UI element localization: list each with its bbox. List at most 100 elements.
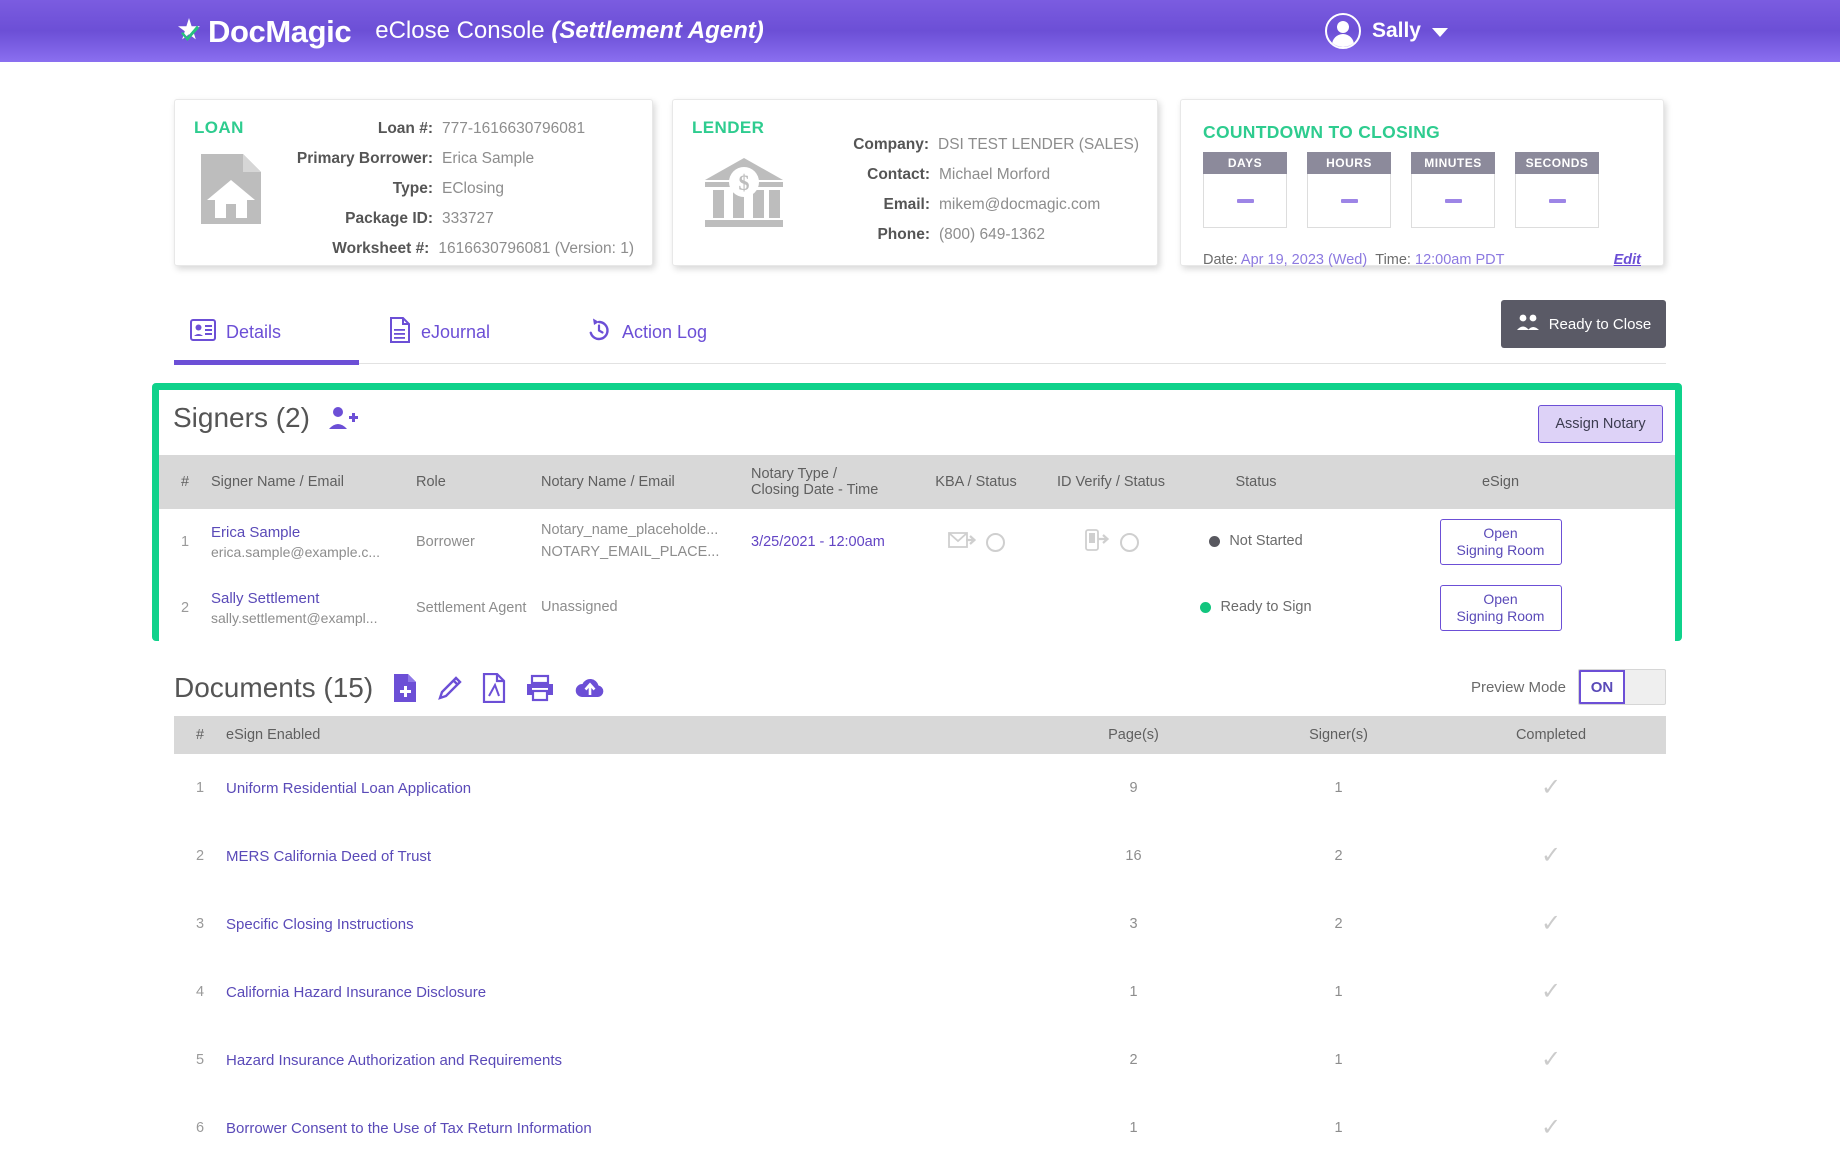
- user-name-label: Sally: [1371, 19, 1421, 42]
- documents-table-body: 1 Uniform Residential Loan Application 9…: [174, 754, 1666, 1162]
- lender-field-row: Phone: (800) 649-1362: [853, 220, 1139, 250]
- tab-action-log[interactable]: Action Log: [586, 308, 707, 356]
- row-number: 1: [174, 754, 226, 822]
- document-name-cell: Borrower Consent to the Use of Tax Retur…: [226, 1094, 1026, 1162]
- preview-mode-toggle[interactable]: ON: [1578, 669, 1666, 705]
- signers-table: # Signer Name / Email Role Notary Name /…: [159, 455, 1675, 641]
- col-esign: eSign: [1326, 455, 1675, 509]
- page-count: 2: [1026, 1026, 1241, 1094]
- signer-role: Borrower: [416, 509, 541, 575]
- signer-name-link[interactable]: Erica Sample: [211, 524, 416, 541]
- tab-label: Details: [226, 321, 282, 342]
- send-mobile-icon[interactable]: [1084, 529, 1110, 555]
- chevron-down-icon[interactable]: [1432, 28, 1448, 37]
- lender-field-row: Company: DSI TEST LENDER (SALES): [853, 130, 1139, 160]
- ready-to-close-button[interactable]: Ready to Close: [1501, 300, 1666, 348]
- document-link[interactable]: MERS California Deed of Trust: [226, 848, 431, 865]
- preview-mode-control: Preview Mode ON: [1471, 669, 1666, 705]
- console-title: eClose Console (Settlement Agent): [375, 19, 764, 43]
- col-notary-name-email: Notary Name / Email: [541, 455, 751, 509]
- add-user-icon[interactable]: [328, 405, 358, 431]
- document-name-cell: California Hazard Insurance Disclosure: [226, 958, 1026, 1026]
- document-link[interactable]: Specific Closing Instructions: [226, 916, 414, 933]
- open-signing-room-button[interactable]: Open Signing Room: [1439, 585, 1562, 631]
- field-label: Email:: [883, 196, 930, 213]
- col-notary-type-line1: Notary Type /: [751, 466, 837, 482]
- header-row: # Signer Name / Email Role Notary Name /…: [159, 455, 1675, 509]
- edit-closing-link[interactable]: Edit: [1614, 252, 1641, 268]
- check-icon: ✓: [1540, 842, 1562, 869]
- documents-panel: Documents (15) Preview Mode ON # eSign E: [174, 660, 1666, 1162]
- countdown-unit-value: [1411, 174, 1495, 228]
- kba-status-ring: [985, 532, 1005, 552]
- countdown-unit-seconds: SECONDS: [1515, 152, 1599, 228]
- document-link[interactable]: California Hazard Insurance Disclosure: [226, 984, 486, 1001]
- tab-details[interactable]: Details: [190, 308, 281, 356]
- brand-logo[interactable]: DocMagic: [174, 16, 352, 47]
- completed-cell: ✓: [1436, 890, 1666, 958]
- edit-pencil-icon[interactable]: [437, 674, 463, 702]
- countdown-unit-label: HOURS: [1307, 152, 1391, 174]
- kba-cell: [916, 509, 1036, 575]
- field-label: Contact:: [867, 166, 930, 183]
- table-row: 1 Uniform Residential Loan Application 9…: [174, 754, 1666, 822]
- closing-datetime: Date: Apr 19, 2023 (Wed) Time: 12:00am P…: [1203, 252, 1504, 268]
- page-count: 1: [1026, 1094, 1241, 1162]
- date-label: Date:: [1203, 252, 1238, 268]
- tab-ejournal[interactable]: eJournal: [389, 308, 490, 356]
- signer-email: sally.settlement@exampl...: [211, 609, 378, 626]
- id-card-icon: [190, 318, 216, 346]
- people-icon: [1516, 313, 1540, 335]
- print-icon[interactable]: [525, 674, 555, 702]
- app-header: DocMagic eClose Console (Settlement Agen…: [0, 0, 1840, 62]
- upload-cloud-icon[interactable]: [574, 675, 606, 701]
- house-document-icon: [197, 150, 267, 233]
- pdf-icon[interactable]: [482, 673, 506, 703]
- col-notary-type: Notary Type / Closing Date - Time: [751, 455, 916, 509]
- signer-email: erica.sample@example.c...: [211, 543, 381, 560]
- closing-date-value: 3/25/2021 - 12:00am: [751, 534, 885, 550]
- completed-cell: ✓: [1436, 1026, 1666, 1094]
- document-link[interactable]: Hazard Insurance Authorization and Requi…: [226, 1052, 562, 1069]
- document-link[interactable]: Uniform Residential Loan Application: [226, 780, 471, 797]
- user-menu[interactable]: Sally: [1324, 13, 1448, 49]
- document-link[interactable]: Borrower Consent to the Use of Tax Retur…: [226, 1120, 592, 1137]
- signer-name-link[interactable]: Sally Settlement: [211, 590, 416, 607]
- notary-email: NOTARY_EMAIL_PLACE...: [541, 544, 720, 560]
- row-number: 2: [174, 822, 226, 890]
- row-number: 5: [174, 1026, 226, 1094]
- console-title-main: eClose Console: [375, 17, 552, 44]
- esign-cell: Open Signing Room: [1326, 509, 1675, 575]
- completed-cell: ✓: [1436, 754, 1666, 822]
- send-email-icon[interactable]: [947, 530, 976, 554]
- countdown-units: DAYS HOURS MINUTES SECONDS: [1203, 152, 1599, 228]
- signers-table-body: 1 Erica Sample erica.sample@example.c...…: [159, 509, 1675, 641]
- open-signing-room-button[interactable]: Open Signing Room: [1439, 519, 1562, 565]
- status-cell: Ready to Sign: [1186, 575, 1326, 641]
- date-value: Apr 19, 2023 (Wed): [1240, 252, 1368, 268]
- time-label: Time:: [1375, 252, 1411, 268]
- field-value: 777-1616630796081: [442, 120, 586, 137]
- signer-count: 1: [1241, 1026, 1436, 1094]
- document-name-cell: MERS California Deed of Trust: [226, 822, 1026, 890]
- bank-icon: $: [703, 156, 785, 235]
- signer-role: Settlement Agent: [416, 575, 541, 641]
- notary-name: Unassigned: [541, 599, 618, 616]
- page-count: 9: [1026, 754, 1241, 822]
- add-document-icon[interactable]: [392, 673, 418, 703]
- table-row: 6 Borrower Consent to the Use of Tax Ret…: [174, 1094, 1666, 1162]
- loan-field-row: Loan #: 777-1616630796081: [297, 114, 634, 144]
- notary-name: Notary_name_placeholde...: [541, 522, 719, 539]
- assign-notary-button[interactable]: Assign Notary: [1538, 405, 1663, 443]
- tab-label: Action Log: [622, 321, 708, 342]
- check-icon: ✓: [1540, 774, 1562, 801]
- col-signer-name-email: Signer Name / Email: [211, 455, 416, 509]
- completed-cell: ✓: [1436, 1094, 1666, 1162]
- tab-baseline: [174, 363, 1666, 364]
- tab-label: eJournal: [421, 321, 491, 342]
- status-cell: Not Started: [1186, 509, 1326, 575]
- loan-card: LOAN Loan #: 777-1616630796081 Primary Bo…: [174, 99, 653, 266]
- countdown-heading: COUNTDOWN TO CLOSING: [1203, 122, 1441, 142]
- field-value: 1616630796081 (Version: 1): [438, 240, 634, 257]
- loan-card-fields: Loan #: 777-1616630796081 Primary Borrowe…: [297, 114, 634, 264]
